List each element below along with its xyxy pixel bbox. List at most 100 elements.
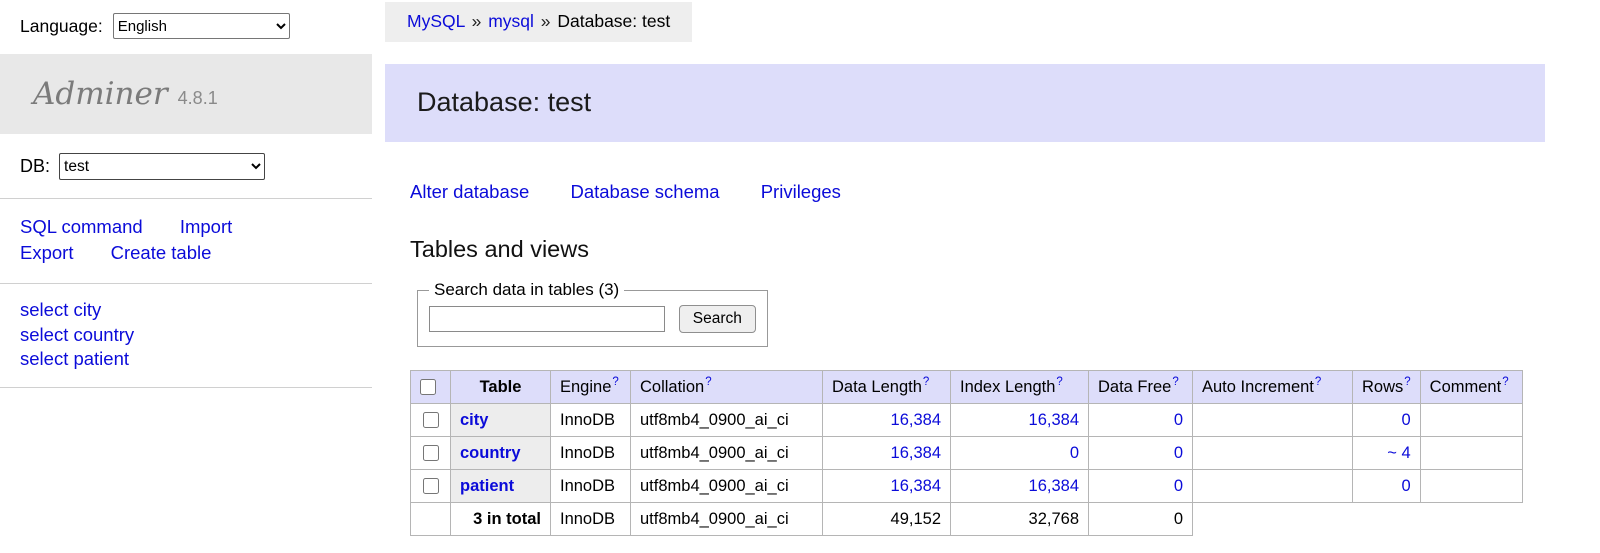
index-length-link[interactable]: 16,384	[1029, 411, 1079, 429]
table-row: city InnoDB utf8mb4_0900_ai_ci 16,384 16…	[411, 404, 1523, 437]
column-header-label: Comment	[1430, 378, 1502, 396]
column-header-label: Data Length	[832, 378, 922, 396]
data-length-link[interactable]: 16,384	[891, 444, 941, 462]
index-length-link[interactable]: 16,384	[1029, 477, 1079, 495]
row-checkbox-city[interactable]	[423, 412, 439, 428]
row-checkbox-patient[interactable]	[423, 478, 439, 494]
table-link-country[interactable]: country	[460, 444, 521, 462]
data-length-link[interactable]: 16,384	[891, 411, 941, 429]
data-length-link[interactable]: 16,384	[891, 477, 941, 495]
select-all-checkbox[interactable]	[420, 379, 436, 395]
breadcrumb-database-link[interactable]: mysql	[488, 11, 534, 31]
db-select[interactable]: test	[59, 153, 265, 180]
alter-database-link[interactable]: Alter database	[410, 181, 529, 202]
data-length-cell: 16,384	[823, 470, 951, 503]
totals-row: 3 in total InnoDB utf8mb4_0900_ai_ci 49,…	[411, 503, 1523, 536]
sidebar-item-select-country[interactable]: select country	[20, 323, 372, 348]
data-free-link[interactable]: 0	[1174, 444, 1183, 462]
data-length-cell: 16,384	[823, 437, 951, 470]
help-icon[interactable]: ?	[1315, 376, 1321, 388]
database-schema-link[interactable]: Database schema	[570, 181, 719, 202]
data-free-cell: 0	[1089, 404, 1193, 437]
help-icon[interactable]: ?	[1056, 376, 1062, 388]
column-header-label: Rows	[1362, 378, 1403, 396]
export-link[interactable]: Export	[20, 242, 73, 263]
adminer-version: 4.8.1	[178, 88, 218, 109]
search-button[interactable]: Search	[679, 305, 756, 333]
auto-increment-cell	[1193, 437, 1353, 470]
search-input[interactable]	[429, 306, 665, 332]
breadcrumb-server-link[interactable]: MySQL	[407, 11, 465, 31]
engine-cell: InnoDB	[551, 470, 631, 503]
row-select-cell	[411, 437, 451, 470]
language-row: Language: English	[0, 0, 372, 52]
totals-index-length: 32,768	[951, 503, 1089, 536]
table-row: patient InnoDB utf8mb4_0900_ai_ci 16,384…	[411, 470, 1523, 503]
rows-link[interactable]: ~ 4	[1387, 444, 1410, 462]
index-length-link[interactable]: 0	[1070, 444, 1079, 462]
comment-cell	[1420, 470, 1522, 503]
engine-cell: InnoDB	[551, 404, 631, 437]
comment-cell	[1420, 437, 1522, 470]
sql-command-link[interactable]: SQL command	[20, 216, 143, 237]
help-icon[interactable]: ?	[612, 376, 618, 388]
help-icon[interactable]: ?	[923, 376, 929, 388]
language-select[interactable]: English	[113, 13, 290, 39]
data-free-link[interactable]: 0	[1174, 477, 1183, 495]
data-free-link[interactable]: 0	[1174, 411, 1183, 429]
breadcrumb-separator: »	[472, 11, 482, 31]
column-header-auto-increment: Auto Increment?	[1193, 371, 1353, 404]
sidebar-actions: SQL command Import Export Create table	[0, 199, 372, 284]
import-link[interactable]: Import	[180, 216, 232, 237]
page-title: Database: test	[417, 87, 1545, 118]
totals-collation: utf8mb4_0900_ai_ci	[631, 503, 823, 536]
rows-link[interactable]: 0	[1401, 411, 1410, 429]
auto-increment-cell	[1193, 404, 1353, 437]
breadcrumb: MySQL » mysql » Database: test	[385, 2, 692, 42]
table-name-cell: city	[451, 404, 551, 437]
data-length-cell: 16,384	[823, 404, 951, 437]
page-header: Database: test	[385, 64, 1545, 142]
row-select-cell	[411, 470, 451, 503]
help-icon[interactable]: ?	[1404, 376, 1410, 388]
tables-and-views-title: Tables and views	[410, 236, 1545, 263]
collation-cell: utf8mb4_0900_ai_ci	[631, 437, 823, 470]
table-link-city[interactable]: city	[460, 411, 488, 429]
actions-line-2: Export Create table	[20, 240, 372, 266]
page: Language: English Adminer 4.8.1 DB: test…	[0, 0, 1600, 536]
sidebar-table-list: select city select country select patien…	[0, 284, 372, 389]
rows-link[interactable]: 0	[1401, 477, 1410, 495]
main-content: MySQL » mysql » Database: test Database:…	[372, 0, 1600, 536]
data-free-cell: 0	[1089, 470, 1193, 503]
column-header-data-length: Data Length?	[823, 371, 951, 404]
help-icon[interactable]: ?	[705, 376, 711, 388]
totals-data-free: 0	[1089, 503, 1193, 536]
column-header-label: Data Free	[1098, 378, 1171, 396]
auto-increment-cell	[1193, 470, 1353, 503]
sidebar-item-select-patient[interactable]: select patient	[20, 347, 372, 372]
column-header-label: Auto Increment	[1202, 378, 1314, 396]
row-select-cell	[411, 404, 451, 437]
column-header-label: Collation	[640, 378, 704, 396]
row-checkbox-country[interactable]	[423, 445, 439, 461]
rows-cell: 0	[1353, 404, 1421, 437]
totals-data-length: 49,152	[823, 503, 951, 536]
collation-cell: utf8mb4_0900_ai_ci	[631, 470, 823, 503]
data-free-cell: 0	[1089, 437, 1193, 470]
table-link-patient[interactable]: patient	[460, 477, 514, 495]
table-name-cell: patient	[451, 470, 551, 503]
help-icon[interactable]: ?	[1172, 376, 1178, 388]
adminer-logo: Adminer 4.8.1	[0, 54, 372, 134]
search-fieldset: Search data in tables (3) Search	[417, 280, 768, 347]
actions-line-1: SQL command Import	[20, 214, 372, 240]
help-icon[interactable]: ?	[1502, 376, 1508, 388]
privileges-link[interactable]: Privileges	[761, 181, 841, 202]
create-table-link[interactable]: Create table	[111, 242, 212, 263]
table-header-row: Table Engine? Collation? Data Length? In…	[411, 371, 1523, 404]
sidebar-item-select-city[interactable]: select city	[20, 298, 372, 323]
engine-cell: InnoDB	[551, 437, 631, 470]
db-label: DB:	[20, 156, 50, 177]
column-header-table: Table	[451, 371, 551, 404]
rows-cell: ~ 4	[1353, 437, 1421, 470]
db-selector-row: DB: test	[0, 134, 372, 199]
